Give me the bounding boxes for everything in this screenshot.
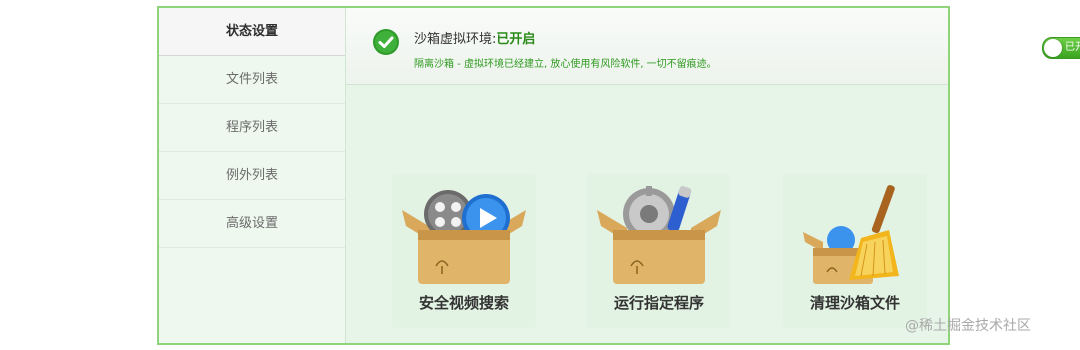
sandbox-window: 状态设置 文件列表 程序列表 例外列表 高级设置 沙箱虚拟环境:已开启 隔离沙箱… (157, 6, 1080, 345)
video-box-icon (402, 190, 526, 284)
tile-label: 安全视频搜索 (418, 294, 509, 312)
tile-safe-video-search[interactable]: 安全视频搜索 (392, 174, 536, 328)
sidebar-item-advanced-settings[interactable]: 高级设置 (159, 200, 345, 248)
sidebar: 状态设置 文件列表 程序列表 例外列表 高级设置 (159, 8, 346, 343)
program-box-icon (597, 186, 721, 284)
status-title-state: 已开启 (496, 32, 536, 47)
status-description: 隔离沙箱 - 虚拟环境已经建立, 放心使用有风险软件, 一切不留痕迹。 (414, 59, 717, 70)
tile-label: 运行指定程序 (613, 294, 704, 312)
main-panel: 沙箱虚拟环境:已开启 隔离沙箱 - 虚拟环境已经建立, 放心使用有风险软件, 一… (346, 8, 1080, 343)
sidebar-item-file-list[interactable]: 文件列表 (159, 56, 345, 104)
sidebar-item-program-list[interactable]: 程序列表 (159, 104, 345, 152)
sidebar-item-exception-list[interactable]: 例外列表 (159, 152, 345, 200)
status-bar: 沙箱虚拟环境:已开启 隔离沙箱 - 虚拟环境已经建立, 放心使用有风险软件, 一… (346, 8, 1080, 85)
status-title: 沙箱虚拟环境:已开启 (414, 28, 535, 47)
sidebar-item-status-settings[interactable]: 状态设置 (159, 8, 345, 56)
tile-label: 清理沙箱文件 (809, 294, 900, 312)
status-title-prefix: 沙箱虚拟环境: (414, 32, 497, 47)
tile-run-program[interactable]: 运行指定程序 (587, 174, 731, 328)
watermark: @稀土掘金技术社区 (905, 318, 1031, 334)
toggle-knob (1044, 39, 1062, 57)
toggle-label: 已开启 (1065, 42, 1080, 53)
broom-box-icon (803, 185, 899, 284)
sandbox-toggle[interactable]: 已开启 (1042, 37, 1080, 59)
check-circle-icon (373, 29, 399, 55)
tile-clean-sandbox[interactable]: 清理沙箱文件 (783, 174, 927, 328)
